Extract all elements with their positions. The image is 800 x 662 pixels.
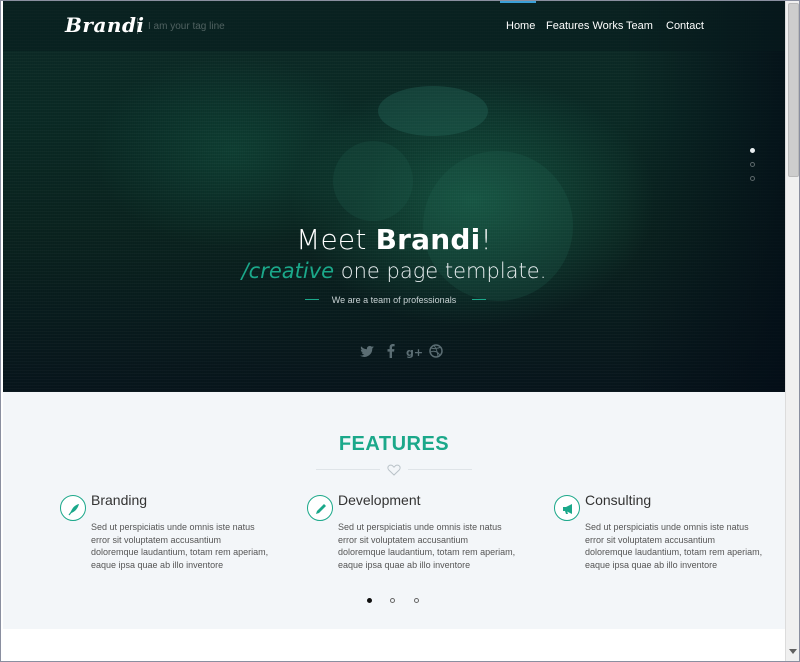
- feature-text: Sed ut perspiciatis unde omnis iste natu…: [91, 522, 269, 570]
- twitter-icon[interactable]: [359, 343, 375, 359]
- feature-icon-circle: [307, 495, 333, 521]
- hero-subtitle-accent: /creative: [241, 259, 335, 283]
- features-section: FEATURES Branding Sed ut perspiciatis un…: [3, 392, 785, 629]
- scrollbar-thumb[interactable]: [788, 3, 799, 177]
- feature-text: Sed ut perspiciatis unde omnis iste natu…: [585, 522, 763, 570]
- nav-contact[interactable]: Contact: [666, 20, 704, 32]
- features-title: FEATURES: [338, 433, 450, 455]
- vertical-scrollbar[interactable]: [785, 1, 799, 661]
- logo[interactable]: Brandi: [65, 13, 145, 37]
- hero-title-prefix: Meet: [296, 223, 376, 256]
- hero-title: Meet Brandi!: [3, 223, 785, 256]
- next-section: [3, 629, 785, 661]
- hero-subtitle-rest: one page template.: [334, 259, 547, 283]
- browser-window: Brandi I am your tag line Home Features …: [0, 0, 800, 662]
- facebook-icon[interactable]: [383, 343, 399, 359]
- web-page: Brandi I am your tag line Home Features …: [3, 1, 785, 661]
- features-pager: [367, 598, 427, 606]
- slider-dot-1[interactable]: [750, 148, 755, 153]
- google-plus-icon[interactable]: g+: [406, 343, 422, 359]
- nav-team[interactable]: Team: [626, 20, 653, 32]
- logo-divider: [137, 18, 138, 34]
- hero-slider-dots: [750, 148, 758, 190]
- hero-line-right: [472, 299, 486, 300]
- features-divider-left: [316, 469, 380, 470]
- pager-dot-3[interactable]: [414, 598, 419, 603]
- pencil-icon: [316, 504, 326, 514]
- nav-home[interactable]: Home: [506, 20, 535, 32]
- features-divider-right: [408, 469, 472, 470]
- hero-section: Brandi I am your tag line Home Features …: [3, 1, 785, 392]
- feature-text: Sed ut perspiciatis unde omnis iste natu…: [338, 522, 516, 570]
- feature-heading: Consulting: [585, 492, 652, 508]
- feature-icon-circle: [554, 495, 580, 521]
- hero-vignette: [625, 1, 785, 392]
- hero-photo-lamp: [378, 86, 488, 136]
- hero-team-text: We are a team of professionals: [331, 295, 457, 305]
- nav-features-works[interactable]: Features Works: [546, 20, 623, 32]
- pager-dot-1[interactable]: [367, 598, 372, 603]
- dribbble-icon[interactable]: [428, 343, 444, 359]
- active-nav-indicator: [500, 1, 536, 3]
- tagline: I am your tag line: [148, 21, 225, 32]
- hero-photo-monitor: [333, 141, 413, 221]
- hero-subtitle: /creative one page template.: [3, 259, 785, 283]
- pager-dot-2[interactable]: [390, 598, 395, 603]
- slider-dot-3[interactable]: [750, 176, 755, 181]
- svg-text:g+: g+: [406, 346, 422, 359]
- megaphone-icon: [563, 504, 572, 514]
- navbar: Brandi I am your tag line Home Features …: [3, 1, 785, 51]
- hero-title-brand: Brandi: [375, 223, 481, 256]
- feature-heading: Branding: [91, 492, 148, 508]
- feature-icon-circle: [60, 495, 86, 521]
- hero-title-suffix: !: [480, 223, 492, 256]
- heart-icon: [387, 464, 401, 476]
- scroll-down-arrow-icon[interactable]: [789, 649, 797, 655]
- feature-heading: Development: [338, 492, 421, 508]
- slider-dot-2[interactable]: [750, 162, 755, 167]
- feather-icon: [68, 504, 79, 516]
